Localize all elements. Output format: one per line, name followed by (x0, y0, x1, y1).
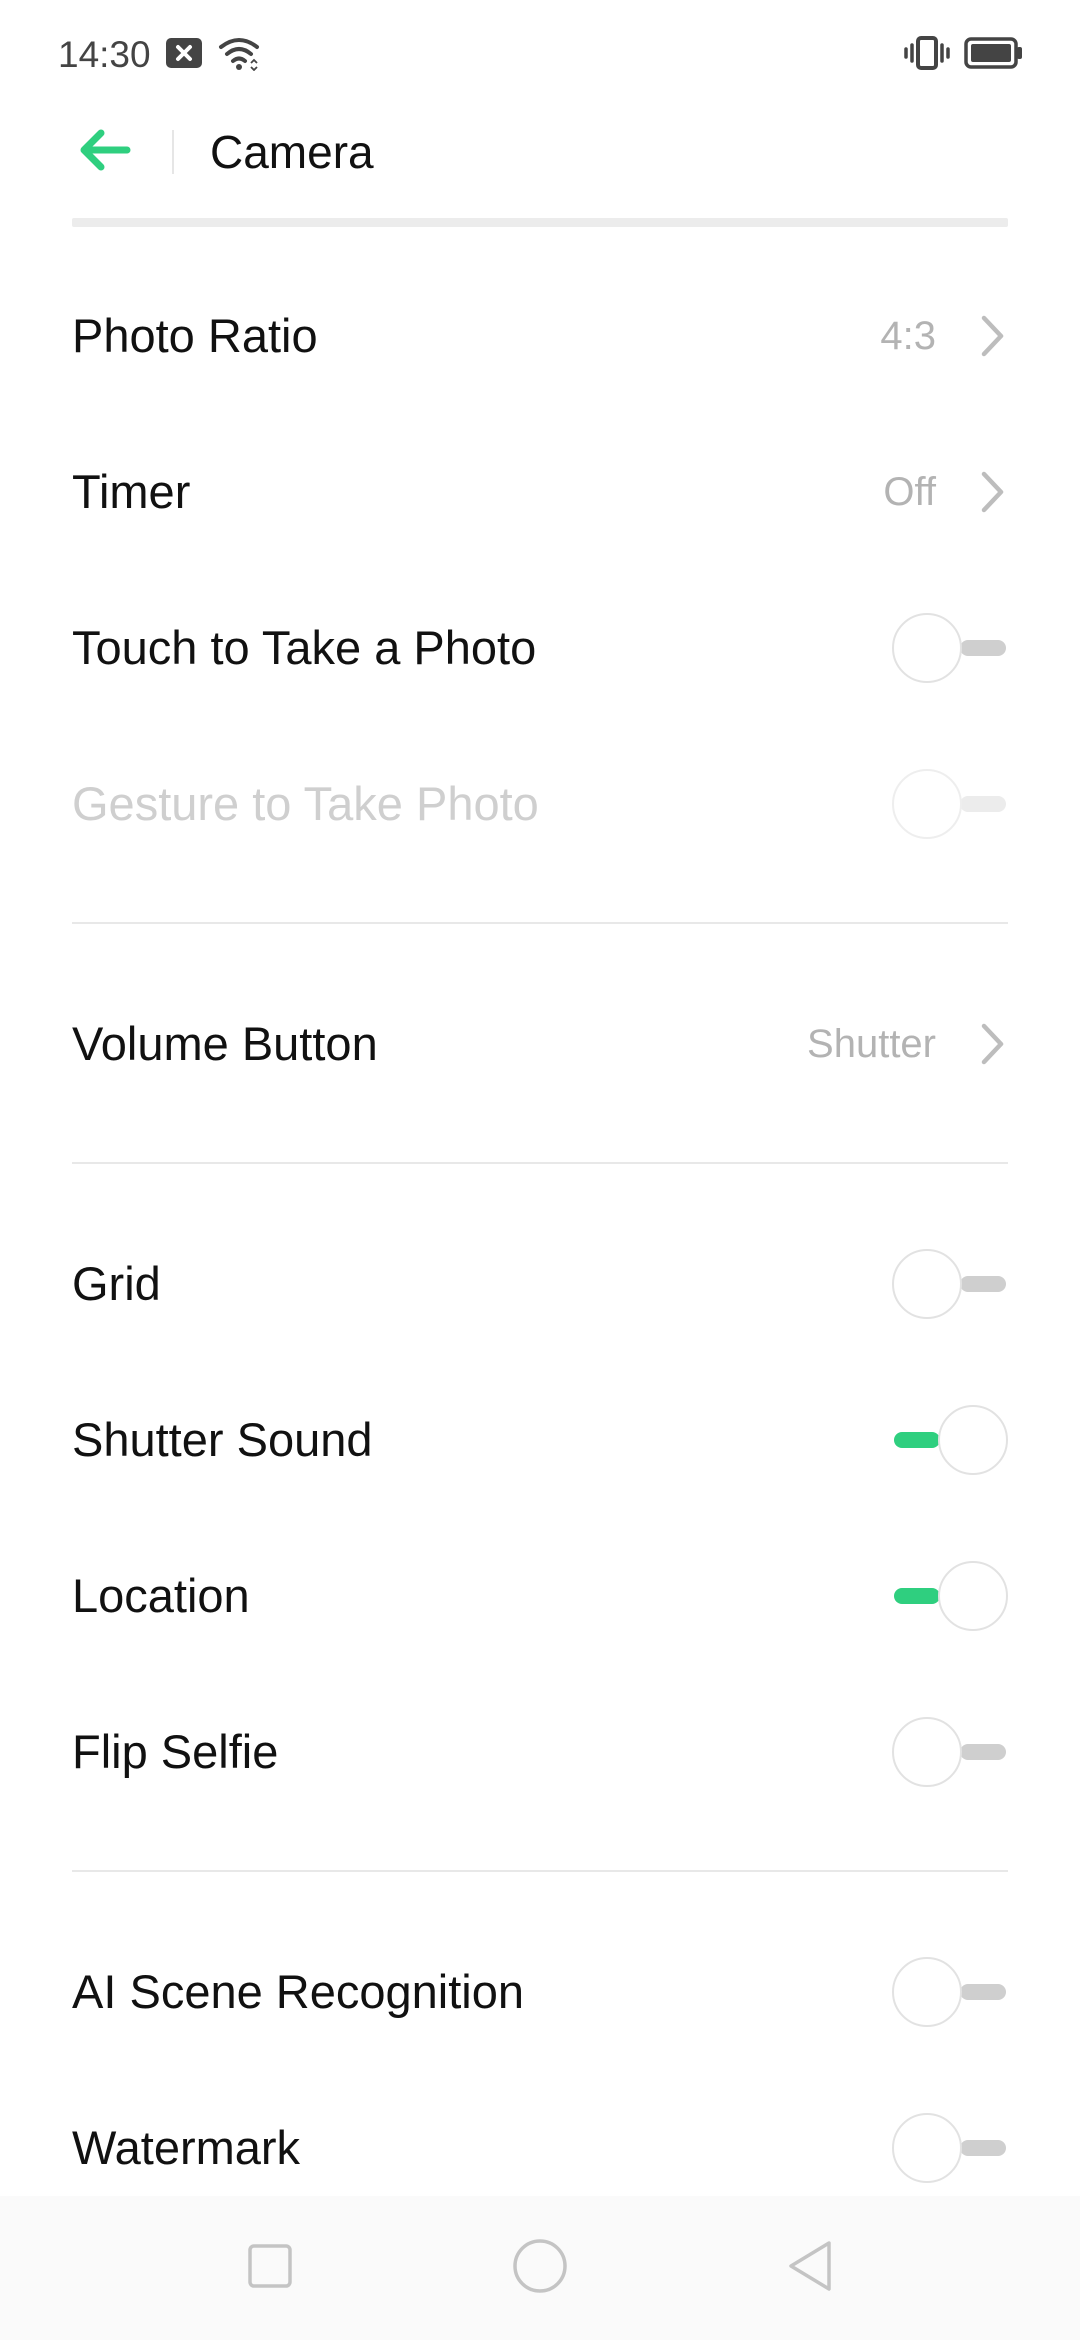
toggle-track (960, 1744, 1006, 1760)
setting-row-timer[interactable]: Timer Off (0, 414, 1080, 570)
setting-row-volume-button[interactable]: Volume Button Shutter (0, 966, 1080, 1122)
toggle-track (960, 2140, 1006, 2156)
chevron-right-icon (978, 1019, 1008, 1069)
chevron-right-icon (978, 311, 1008, 361)
setting-value: Shutter (807, 1022, 936, 1066)
setting-row-location: Location (0, 1518, 1080, 1674)
setting-label: Volume Button (72, 1017, 378, 1070)
recents-button[interactable] (238, 2236, 302, 2300)
back-arrow-icon (77, 128, 131, 177)
section-divider (72, 1162, 1008, 1164)
setting-label: AI Scene Recognition (72, 1965, 525, 2018)
grid-toggle[interactable] (892, 1246, 1008, 1322)
setting-value: 4:3 (880, 314, 936, 358)
ai-scene-recognition-toggle[interactable] (892, 1954, 1008, 2030)
setting-label: Location (72, 1569, 250, 1622)
location-toggle[interactable] (892, 1558, 1008, 1634)
toggle-knob (892, 1717, 962, 1787)
shutter-sound-toggle[interactable] (892, 1402, 1008, 1478)
status-right (904, 35, 1024, 76)
header: Camera (0, 110, 1080, 194)
toggle-track (894, 1588, 940, 1604)
setting-row-grid: Grid (0, 1206, 1080, 1362)
toggle-knob (892, 2113, 962, 2183)
section-divider (72, 1870, 1008, 1872)
setting-label: Timer (72, 465, 191, 518)
toggle-knob (892, 613, 962, 683)
toggle-knob (938, 1561, 1008, 1631)
status-left: 14:30 (58, 34, 261, 76)
chevron-right-icon (978, 467, 1008, 517)
setting-row-shutter-sound: Shutter Sound (0, 1362, 1080, 1518)
battery-icon (964, 35, 1024, 76)
notification-close-icon (165, 36, 203, 75)
setting-row-touch-to-take-photo: Touch to Take a Photo (0, 570, 1080, 726)
setting-label: Watermark (72, 2121, 301, 2174)
setting-row-ai-scene-recognition: AI Scene Recognition (0, 1914, 1080, 2070)
setting-label: Photo Ratio (72, 309, 318, 362)
toggle-track (960, 1276, 1006, 1292)
setting-row-flip-selfie: Flip Selfie (0, 1674, 1080, 1830)
camera-settings-screen: 14:30 Camera Photo Ratio 4:3 Timer Off T… (0, 0, 1080, 2340)
setting-label: Grid (72, 1257, 161, 1310)
toggle-knob (938, 1405, 1008, 1475)
setting-label: Gesture to Take Photo (72, 777, 539, 830)
status-time: 14:30 (58, 34, 151, 75)
toggle-knob (892, 1249, 962, 1319)
touch-to-take-photo-toggle[interactable] (892, 610, 1008, 686)
toggle-track (960, 796, 1006, 812)
setting-label: Shutter Sound (72, 1413, 373, 1466)
back-triangle-icon (785, 2239, 835, 2298)
back-button[interactable] (72, 124, 136, 180)
setting-label: Flip Selfie (72, 1725, 279, 1778)
toggle-track (960, 640, 1006, 656)
recents-square-icon (246, 2242, 294, 2295)
gesture-to-take-photo-toggle (892, 766, 1008, 842)
setting-value: Off (883, 470, 936, 514)
setting-label: Touch to Take a Photo (72, 621, 537, 674)
home-button[interactable] (508, 2236, 572, 2300)
setting-row-gesture-to-take-photo: Gesture to Take Photo (0, 726, 1080, 882)
wifi-icon (217, 35, 261, 76)
toggle-knob (892, 769, 962, 839)
navigation-bar (0, 2196, 1080, 2340)
flip-selfie-toggle[interactable] (892, 1714, 1008, 1790)
watermark-toggle[interactable] (892, 2110, 1008, 2186)
vibrate-icon (904, 35, 950, 76)
status-bar: 14:30 (0, 0, 1080, 110)
section-divider (72, 922, 1008, 924)
toggle-knob (892, 1957, 962, 2027)
header-separator (72, 218, 1008, 227)
page-title: Camera (210, 126, 374, 178)
toggle-track (960, 1984, 1006, 2000)
setting-row-photo-ratio[interactable]: Photo Ratio 4:3 (0, 258, 1080, 414)
toggle-track (894, 1432, 940, 1448)
header-divider (172, 130, 174, 174)
nav-back-button[interactable] (778, 2236, 842, 2300)
home-circle-icon (511, 2237, 569, 2300)
